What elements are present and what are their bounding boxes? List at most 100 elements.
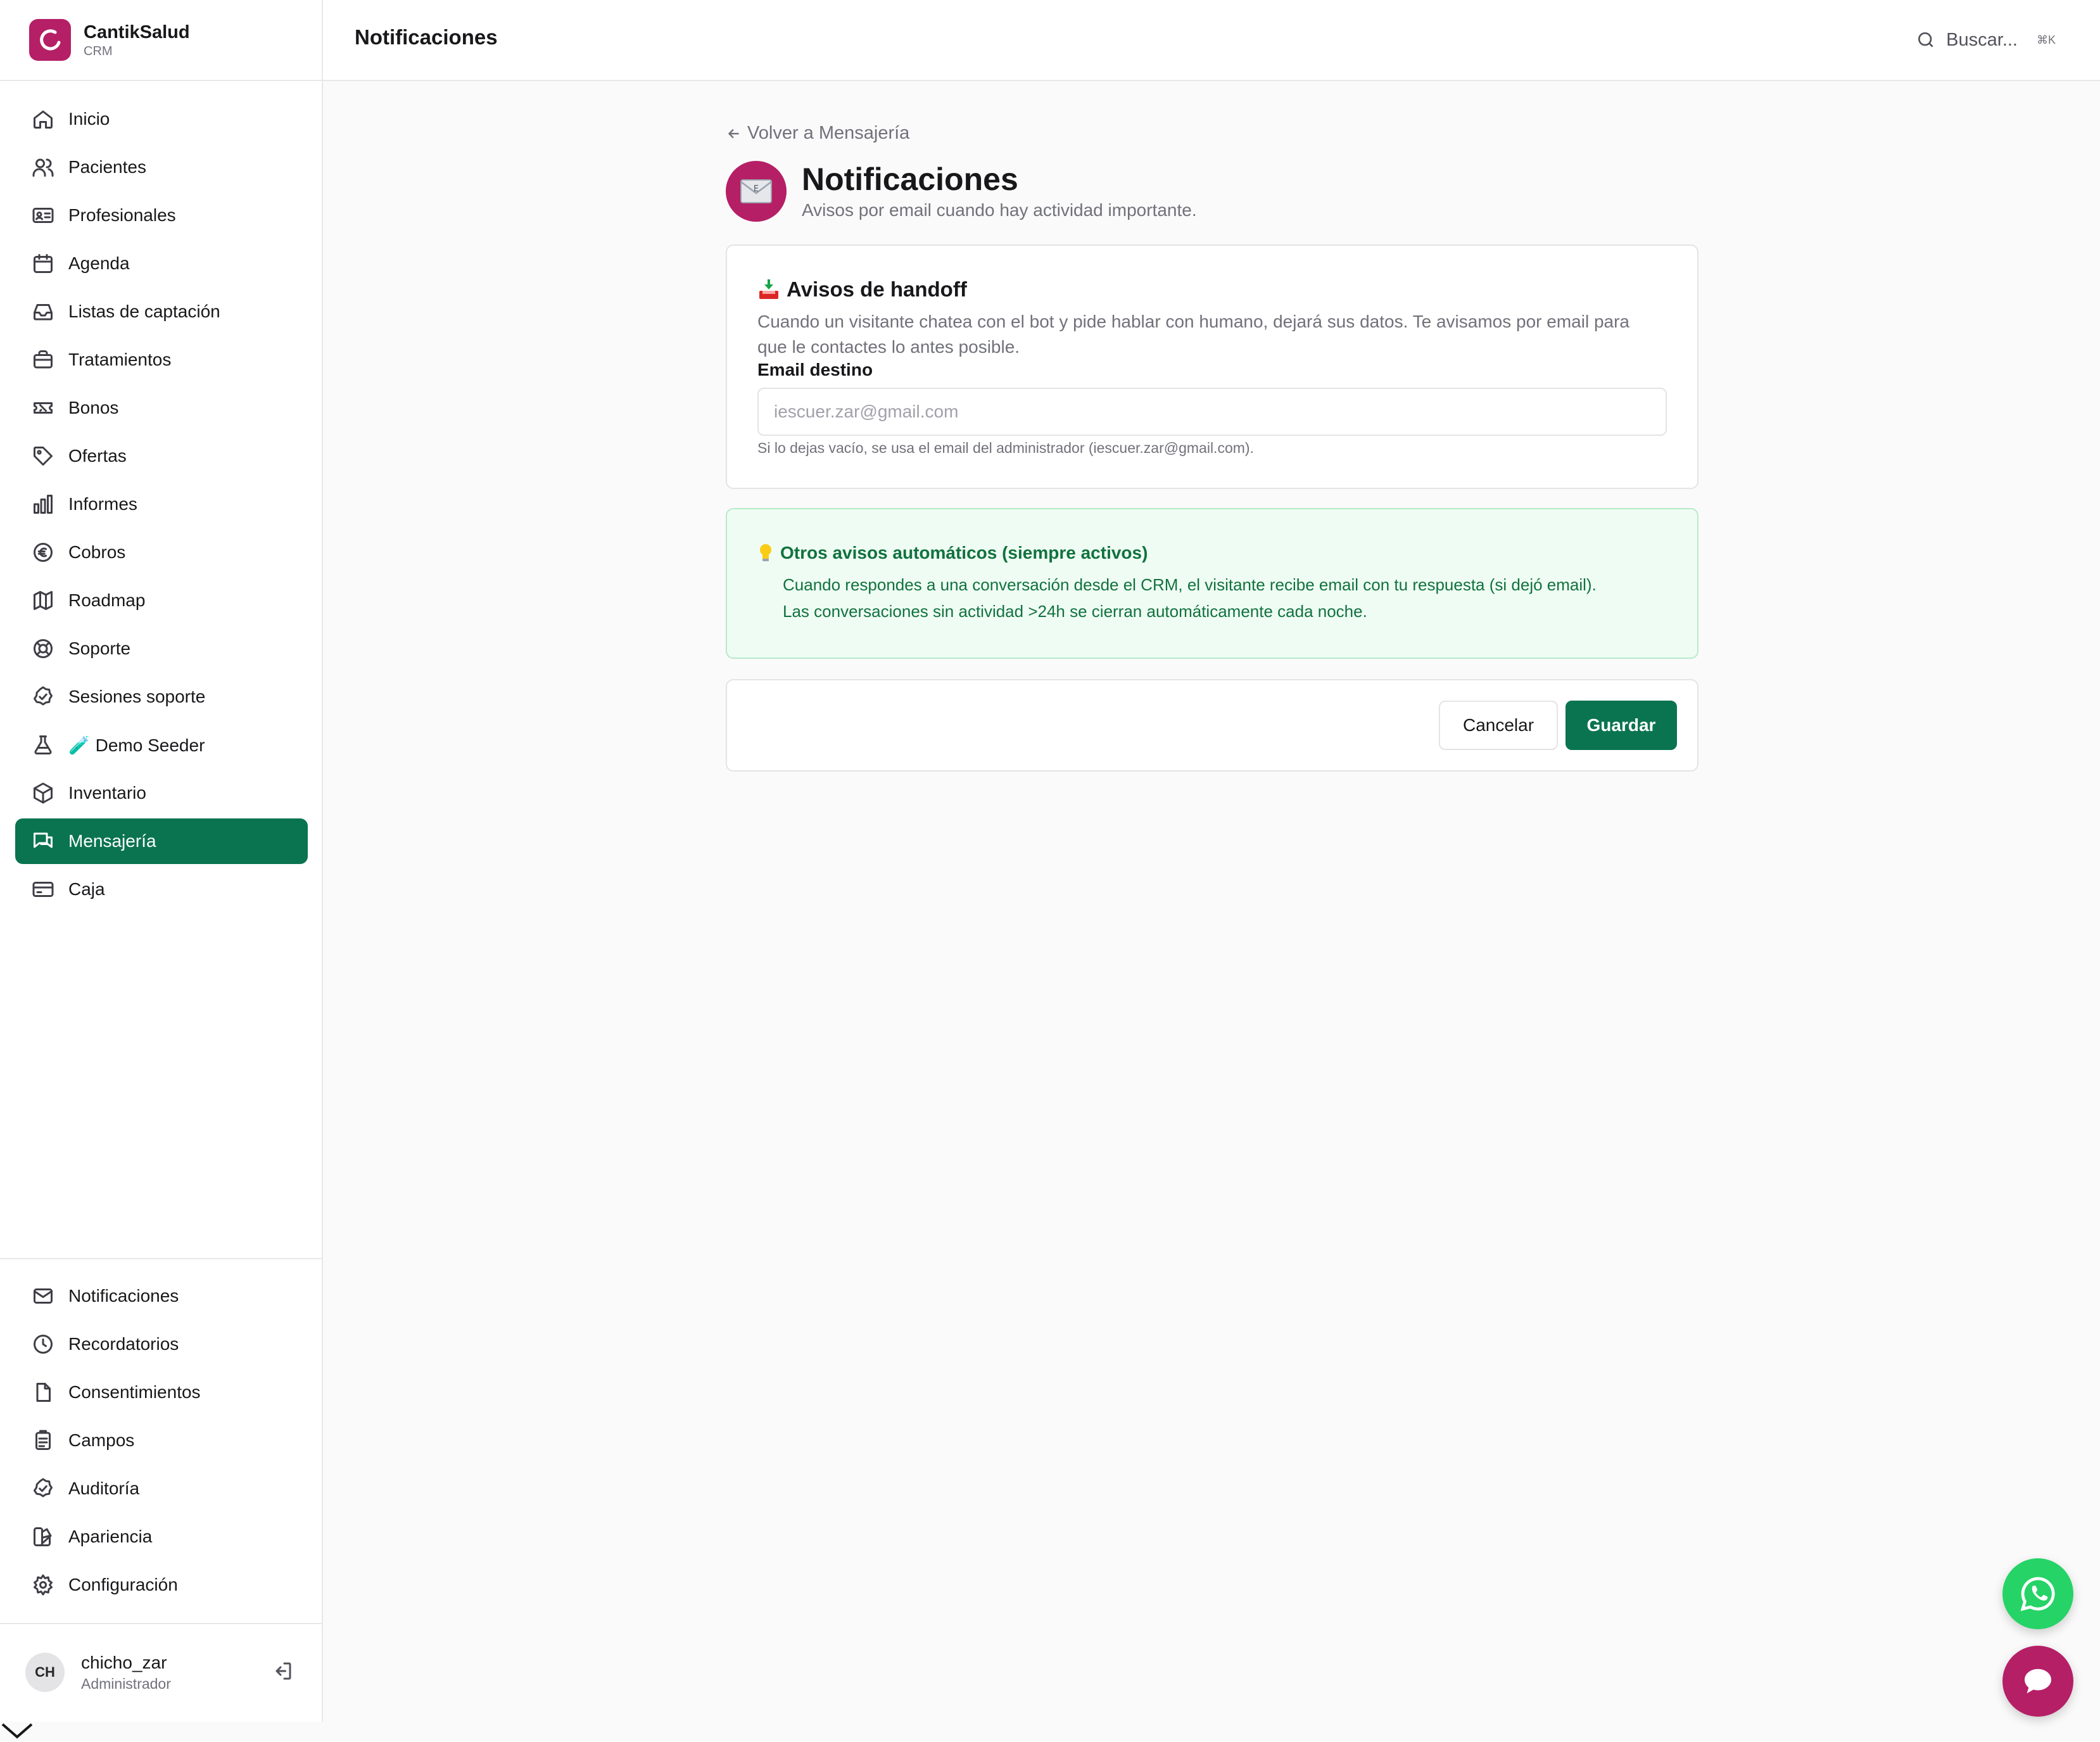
chat-bubble-icon bbox=[2025, 1669, 2051, 1694]
auto-notices-card: Otros avisos automáticos (siempre activo… bbox=[726, 508, 1698, 659]
lightbulb-icon bbox=[760, 544, 771, 561]
sidebar-item-label: Soporte bbox=[68, 639, 131, 658]
sidebar-item-label: Profesionales bbox=[68, 205, 176, 225]
sidebar-item-label: Consentimientos bbox=[68, 1382, 201, 1402]
lifebuoy-icon bbox=[30, 636, 56, 661]
tag-icon bbox=[30, 443, 56, 469]
email-label: Email destino bbox=[757, 360, 873, 379]
sidebar-item-label: Ofertas bbox=[68, 446, 127, 466]
sidebar-item-configuracion[interactable]: Configuración bbox=[15, 1562, 308, 1608]
svg-text:E: E bbox=[754, 184, 759, 194]
email-field[interactable] bbox=[757, 388, 1667, 436]
check-badge-icon bbox=[30, 684, 56, 709]
box-icon bbox=[30, 780, 56, 806]
credit-card-icon bbox=[30, 877, 56, 902]
sidebar-item-campos[interactable]: Campos bbox=[15, 1418, 308, 1463]
file-icon bbox=[30, 1380, 56, 1405]
sidebar: CantikSalud CRM Inicio Pacientes Profesi… bbox=[0, 0, 323, 1722]
cancel-button[interactable]: Cancelar bbox=[1439, 701, 1558, 750]
sidebar-item-informes[interactable]: Informes bbox=[15, 481, 308, 527]
sidebar-item-consentimientos[interactable]: Consentimientos bbox=[15, 1370, 308, 1415]
search-button[interactable]: Buscar... ⌘K bbox=[1916, 24, 2056, 56]
sidebar-item-cobros[interactable]: Cobros bbox=[15, 530, 308, 575]
sidebar-item-label: Inventario bbox=[68, 783, 146, 803]
briefcase-icon bbox=[30, 347, 56, 372]
sidebar-item-soporte[interactable]: Soporte bbox=[15, 626, 308, 671]
save-button[interactable]: Guardar bbox=[1566, 701, 1677, 750]
chat-widget-button[interactable] bbox=[2002, 1646, 2073, 1717]
sidebar-item-pacientes[interactable]: Pacientes bbox=[15, 144, 308, 190]
sidebar-item-label: Agenda bbox=[68, 253, 130, 273]
sidebar-item-demo-seeder[interactable]: 🧪 Demo Seeder bbox=[15, 722, 308, 768]
calendar-icon bbox=[30, 251, 56, 276]
sidebar-item-label: 🧪 Demo Seeder bbox=[68, 735, 205, 755]
clock-icon bbox=[30, 1332, 56, 1357]
avatar: CH bbox=[25, 1653, 65, 1692]
back-link[interactable]: Volver a Mensajería bbox=[726, 123, 909, 144]
sidebar-item-apariencia[interactable]: Apariencia bbox=[15, 1514, 308, 1560]
sidebar-item-inicio[interactable]: Inicio bbox=[15, 96, 308, 142]
brand-name: CantikSalud bbox=[84, 22, 190, 42]
handoff-description: Cuando un visitante chatea con el bot y … bbox=[757, 312, 1629, 357]
section-title: Notificaciones bbox=[802, 162, 1018, 197]
users-icon bbox=[30, 155, 56, 180]
map-icon bbox=[30, 588, 56, 613]
sidebar-item-mensajeria[interactable]: Mensajería bbox=[15, 818, 308, 864]
user-role: Administrador bbox=[81, 1675, 171, 1692]
clipboard-icon bbox=[30, 1428, 56, 1453]
arrow-left-icon bbox=[728, 129, 739, 138]
sidebar-item-label: Informes bbox=[68, 494, 137, 514]
home-icon bbox=[30, 106, 56, 132]
sidebar-item-inventario[interactable]: Inventario bbox=[15, 770, 308, 816]
envelope-icon: E bbox=[726, 161, 787, 222]
sidebar-divider bbox=[0, 1258, 322, 1259]
sidebar-item-label: Configuración bbox=[68, 1575, 178, 1594]
sidebar-item-label: Campos bbox=[68, 1430, 135, 1450]
auto-notice-line: Cuando respondes a una conversación desd… bbox=[783, 575, 1597, 594]
search-icon bbox=[1918, 32, 1933, 48]
page-title: Notificaciones bbox=[355, 25, 498, 49]
brand[interactable]: CantikSalud CRM bbox=[0, 0, 322, 81]
sidebar-item-bonos[interactable]: Bonos bbox=[15, 385, 308, 431]
sidebar-item-label: Caja bbox=[68, 879, 105, 899]
back-link-label: Volver a Mensajería bbox=[747, 123, 910, 143]
sidebar-item-label: Listas de captación bbox=[68, 302, 220, 321]
auto-notice-line: Las conversaciones sin actividad >24h se… bbox=[783, 602, 1367, 621]
chevron-down-icon[interactable] bbox=[0, 1718, 34, 1742]
topbar: Notificaciones Buscar... ⌘K bbox=[323, 0, 2100, 81]
sidebar-item-label: Recordatorios bbox=[68, 1334, 179, 1354]
handoff-card: Avisos de handoff Cuando un visitante ch… bbox=[726, 245, 1698, 489]
handoff-title: Avisos de handoff bbox=[787, 277, 967, 301]
sidebar-item-label: Bonos bbox=[68, 398, 119, 417]
sidebar-item-label: Mensajería bbox=[68, 831, 156, 851]
sidebar-item-label: Sesiones soporte bbox=[68, 687, 206, 706]
sidebar-item-sesiones-soporte[interactable]: Sesiones soporte bbox=[15, 674, 308, 720]
sidebar-item-agenda[interactable]: Agenda bbox=[15, 241, 308, 286]
sidebar-item-notificaciones[interactable]: Notificaciones bbox=[15, 1273, 308, 1319]
sidebar-item-label: Roadmap bbox=[68, 590, 146, 610]
palette-icon bbox=[30, 1524, 56, 1549]
sidebar-item-ofertas[interactable]: Ofertas bbox=[15, 433, 308, 479]
whatsapp-button[interactable] bbox=[2002, 1558, 2073, 1629]
sidebar-item-label: Apariencia bbox=[68, 1527, 153, 1546]
sidebar-item-label: Auditoría bbox=[68, 1478, 140, 1498]
sidebar-item-caja[interactable]: Caja bbox=[15, 867, 308, 912]
sidebar-item-roadmap[interactable]: Roadmap bbox=[15, 578, 308, 623]
id-card-icon bbox=[30, 203, 56, 228]
sidebar-item-recordatorios[interactable]: Recordatorios bbox=[15, 1321, 308, 1367]
ticket-icon bbox=[30, 395, 56, 421]
user-name: chicho_zar bbox=[81, 1653, 167, 1672]
sidebar-item-listas-captacion[interactable]: Listas de captación bbox=[15, 289, 308, 334]
sidebar-item-label: Tratamientos bbox=[68, 350, 172, 369]
inbox-icon bbox=[30, 299, 56, 324]
user-profile[interactable]: CH chicho_zar Administrador bbox=[0, 1624, 322, 1720]
flask-icon bbox=[30, 732, 56, 758]
sidebar-item-label: Inicio bbox=[68, 109, 110, 129]
sidebar-item-profesionales[interactable]: Profesionales bbox=[15, 193, 308, 238]
sidebar-item-label: Pacientes bbox=[68, 157, 146, 177]
sidebar-item-tratamientos[interactable]: Tratamientos bbox=[15, 337, 308, 383]
whatsapp-icon bbox=[2020, 1577, 2055, 1612]
logout-icon[interactable] bbox=[271, 1660, 296, 1685]
sidebar-item-auditoria[interactable]: Auditoría bbox=[15, 1466, 308, 1511]
euro-icon bbox=[30, 540, 56, 565]
